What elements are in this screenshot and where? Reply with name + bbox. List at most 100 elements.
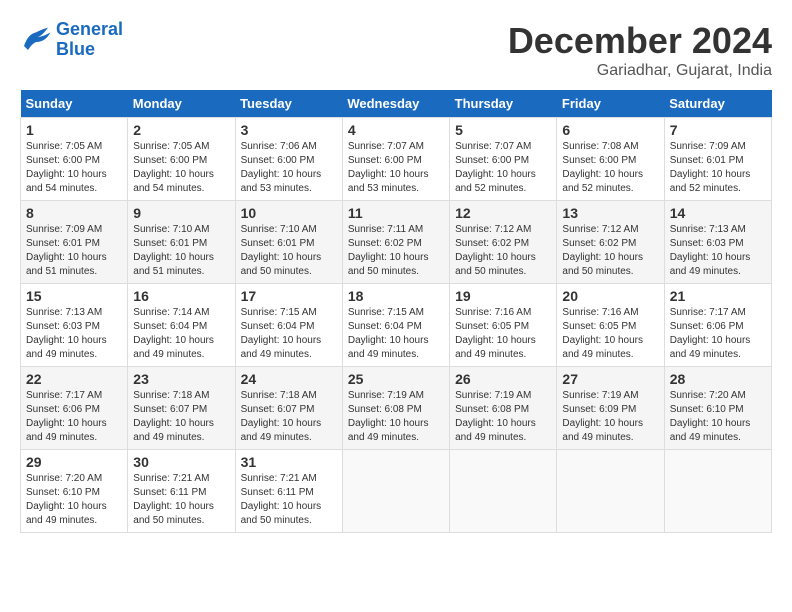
day-info: Sunrise: 7:07 AM Sunset: 6:00 PM Dayligh… xyxy=(348,140,444,196)
day-info: Sunrise: 7:16 AM Sunset: 6:05 PM Dayligh… xyxy=(455,306,551,362)
calendar-week-row: 1 Sunrise: 7:05 AM Sunset: 6:00 PM Dayli… xyxy=(21,118,772,201)
day-number: 24 xyxy=(241,371,337,387)
calendar-cell: 23 Sunrise: 7:18 AM Sunset: 6:07 PM Dayl… xyxy=(128,367,235,450)
day-info: Sunrise: 7:10 AM Sunset: 6:01 PM Dayligh… xyxy=(133,223,229,279)
day-number: 28 xyxy=(670,371,766,387)
day-number: 2 xyxy=(133,122,229,138)
calendar-cell: 25 Sunrise: 7:19 AM Sunset: 6:08 PM Dayl… xyxy=(342,367,449,450)
day-number: 17 xyxy=(241,288,337,304)
day-number: 19 xyxy=(455,288,551,304)
calendar-table: Sunday Monday Tuesday Wednesday Thursday… xyxy=(20,90,772,533)
day-number: 8 xyxy=(26,205,122,221)
calendar-cell: 12 Sunrise: 7:12 AM Sunset: 6:02 PM Dayl… xyxy=(450,201,557,284)
calendar-cell: 2 Sunrise: 7:05 AM Sunset: 6:00 PM Dayli… xyxy=(128,118,235,201)
day-number: 1 xyxy=(26,122,122,138)
day-number: 20 xyxy=(562,288,658,304)
logo: General Blue xyxy=(20,20,123,60)
day-number: 14 xyxy=(670,205,766,221)
day-info: Sunrise: 7:09 AM Sunset: 6:01 PM Dayligh… xyxy=(670,140,766,196)
day-number: 16 xyxy=(133,288,229,304)
day-info: Sunrise: 7:08 AM Sunset: 6:00 PM Dayligh… xyxy=(562,140,658,196)
day-number: 11 xyxy=(348,205,444,221)
header-monday: Monday xyxy=(128,90,235,118)
day-info: Sunrise: 7:20 AM Sunset: 6:10 PM Dayligh… xyxy=(670,389,766,445)
day-number: 26 xyxy=(455,371,551,387)
day-info: Sunrise: 7:11 AM Sunset: 6:02 PM Dayligh… xyxy=(348,223,444,279)
day-info: Sunrise: 7:15 AM Sunset: 6:04 PM Dayligh… xyxy=(241,306,337,362)
day-info: Sunrise: 7:09 AM Sunset: 6:01 PM Dayligh… xyxy=(26,223,122,279)
day-number: 4 xyxy=(348,122,444,138)
calendar-cell: 30 Sunrise: 7:21 AM Sunset: 6:11 PM Dayl… xyxy=(128,450,235,533)
title-block: December 2024 Gariadhar, Gujarat, India xyxy=(508,20,772,80)
day-number: 12 xyxy=(455,205,551,221)
day-number: 9 xyxy=(133,205,229,221)
day-info: Sunrise: 7:05 AM Sunset: 6:00 PM Dayligh… xyxy=(133,140,229,196)
calendar-cell: 14 Sunrise: 7:13 AM Sunset: 6:03 PM Dayl… xyxy=(664,201,771,284)
calendar-cell xyxy=(664,450,771,533)
day-number: 22 xyxy=(26,371,122,387)
day-info: Sunrise: 7:13 AM Sunset: 6:03 PM Dayligh… xyxy=(670,223,766,279)
day-info: Sunrise: 7:07 AM Sunset: 6:00 PM Dayligh… xyxy=(455,140,551,196)
header-thursday: Thursday xyxy=(450,90,557,118)
day-info: Sunrise: 7:14 AM Sunset: 6:04 PM Dayligh… xyxy=(133,306,229,362)
day-number: 21 xyxy=(670,288,766,304)
day-info: Sunrise: 7:18 AM Sunset: 6:07 PM Dayligh… xyxy=(241,389,337,445)
calendar-cell: 15 Sunrise: 7:13 AM Sunset: 6:03 PM Dayl… xyxy=(21,284,128,367)
weekday-header-row: Sunday Monday Tuesday Wednesday Thursday… xyxy=(21,90,772,118)
day-info: Sunrise: 7:15 AM Sunset: 6:04 PM Dayligh… xyxy=(348,306,444,362)
day-info: Sunrise: 7:19 AM Sunset: 6:08 PM Dayligh… xyxy=(455,389,551,445)
calendar-cell: 9 Sunrise: 7:10 AM Sunset: 6:01 PM Dayli… xyxy=(128,201,235,284)
calendar-cell xyxy=(557,450,664,533)
calendar-week-row: 29 Sunrise: 7:20 AM Sunset: 6:10 PM Dayl… xyxy=(21,450,772,533)
day-number: 18 xyxy=(348,288,444,304)
header-friday: Friday xyxy=(557,90,664,118)
day-number: 23 xyxy=(133,371,229,387)
calendar-cell: 20 Sunrise: 7:16 AM Sunset: 6:05 PM Dayl… xyxy=(557,284,664,367)
day-number: 29 xyxy=(26,454,122,470)
day-number: 15 xyxy=(26,288,122,304)
page-header: General Blue December 2024 Gariadhar, Gu… xyxy=(20,20,772,80)
calendar-week-row: 22 Sunrise: 7:17 AM Sunset: 6:06 PM Dayl… xyxy=(21,367,772,450)
header-wednesday: Wednesday xyxy=(342,90,449,118)
day-info: Sunrise: 7:18 AM Sunset: 6:07 PM Dayligh… xyxy=(133,389,229,445)
day-number: 6 xyxy=(562,122,658,138)
calendar-cell: 7 Sunrise: 7:09 AM Sunset: 6:01 PM Dayli… xyxy=(664,118,771,201)
day-number: 27 xyxy=(562,371,658,387)
day-info: Sunrise: 7:19 AM Sunset: 6:09 PM Dayligh… xyxy=(562,389,658,445)
day-info: Sunrise: 7:10 AM Sunset: 6:01 PM Dayligh… xyxy=(241,223,337,279)
day-info: Sunrise: 7:17 AM Sunset: 6:06 PM Dayligh… xyxy=(670,306,766,362)
day-number: 25 xyxy=(348,371,444,387)
calendar-cell: 3 Sunrise: 7:06 AM Sunset: 6:00 PM Dayli… xyxy=(235,118,342,201)
day-info: Sunrise: 7:20 AM Sunset: 6:10 PM Dayligh… xyxy=(26,472,122,528)
day-number: 30 xyxy=(133,454,229,470)
day-number: 31 xyxy=(241,454,337,470)
day-number: 10 xyxy=(241,205,337,221)
day-info: Sunrise: 7:16 AM Sunset: 6:05 PM Dayligh… xyxy=(562,306,658,362)
calendar-cell: 24 Sunrise: 7:18 AM Sunset: 6:07 PM Dayl… xyxy=(235,367,342,450)
calendar-cell xyxy=(450,450,557,533)
day-info: Sunrise: 7:06 AM Sunset: 6:00 PM Dayligh… xyxy=(241,140,337,196)
calendar-cell: 26 Sunrise: 7:19 AM Sunset: 6:08 PM Dayl… xyxy=(450,367,557,450)
calendar-cell: 17 Sunrise: 7:15 AM Sunset: 6:04 PM Dayl… xyxy=(235,284,342,367)
day-info: Sunrise: 7:21 AM Sunset: 6:11 PM Dayligh… xyxy=(241,472,337,528)
day-info: Sunrise: 7:12 AM Sunset: 6:02 PM Dayligh… xyxy=(562,223,658,279)
header-saturday: Saturday xyxy=(664,90,771,118)
logo-text: General Blue xyxy=(56,20,123,60)
day-info: Sunrise: 7:17 AM Sunset: 6:06 PM Dayligh… xyxy=(26,389,122,445)
calendar-cell: 29 Sunrise: 7:20 AM Sunset: 6:10 PM Dayl… xyxy=(21,450,128,533)
calendar-cell: 31 Sunrise: 7:21 AM Sunset: 6:11 PM Dayl… xyxy=(235,450,342,533)
day-number: 5 xyxy=(455,122,551,138)
calendar-cell: 13 Sunrise: 7:12 AM Sunset: 6:02 PM Dayl… xyxy=(557,201,664,284)
calendar-week-row: 8 Sunrise: 7:09 AM Sunset: 6:01 PM Dayli… xyxy=(21,201,772,284)
calendar-cell xyxy=(342,450,449,533)
calendar-cell: 10 Sunrise: 7:10 AM Sunset: 6:01 PM Dayl… xyxy=(235,201,342,284)
day-info: Sunrise: 7:21 AM Sunset: 6:11 PM Dayligh… xyxy=(133,472,229,528)
calendar-cell: 1 Sunrise: 7:05 AM Sunset: 6:00 PM Dayli… xyxy=(21,118,128,201)
day-info: Sunrise: 7:12 AM Sunset: 6:02 PM Dayligh… xyxy=(455,223,551,279)
calendar-cell: 21 Sunrise: 7:17 AM Sunset: 6:06 PM Dayl… xyxy=(664,284,771,367)
calendar-week-row: 15 Sunrise: 7:13 AM Sunset: 6:03 PM Dayl… xyxy=(21,284,772,367)
calendar-cell: 4 Sunrise: 7:07 AM Sunset: 6:00 PM Dayli… xyxy=(342,118,449,201)
day-number: 3 xyxy=(241,122,337,138)
day-info: Sunrise: 7:05 AM Sunset: 6:00 PM Dayligh… xyxy=(26,140,122,196)
day-info: Sunrise: 7:19 AM Sunset: 6:08 PM Dayligh… xyxy=(348,389,444,445)
